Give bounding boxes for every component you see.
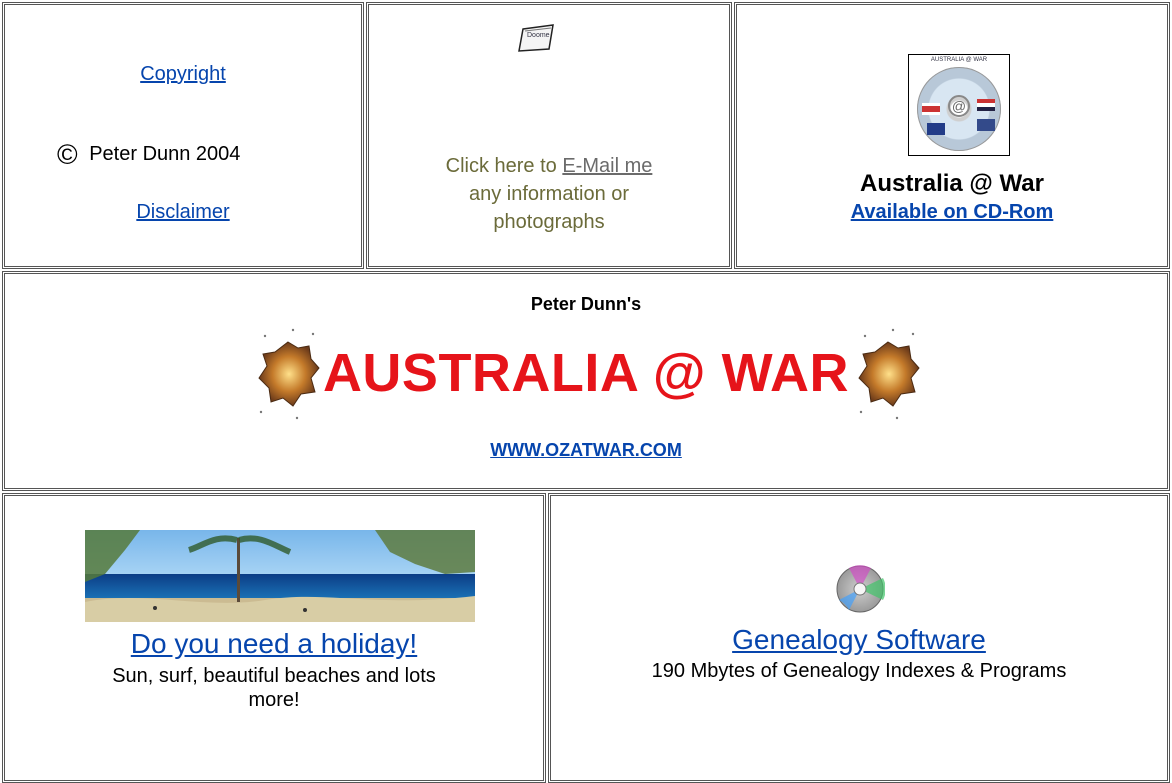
copyright-owner: Peter Dunn 2004 [89, 143, 241, 165]
site-url-link[interactable]: WWW.OZATWAR.COM [490, 440, 682, 460]
holiday-desc-line-1: Sun, surf, beautiful beaches and lots [112, 665, 436, 687]
cd-image-text: AUSTRALIA @ WAR [930, 57, 988, 63]
email-prefix-text: Click here to [445, 155, 563, 177]
cd-rom-image[interactable]: AUSTRALIA @ WAR @ [908, 54, 1010, 156]
copyright-cell: Copyright © Peter Dunn 2004 Disclaimer [2, 2, 364, 269]
copyright-symbol-icon: © [57, 139, 78, 170]
cd-icon[interactable] [835, 564, 886, 614]
flag-icon [977, 119, 995, 131]
banner-author: Peter Dunn's [530, 294, 642, 314]
flag-icon [927, 123, 945, 135]
email-cell: Doome Click here to E-Mail me any inform… [366, 2, 732, 269]
at-symbol-icon: @ [948, 95, 970, 117]
copyright-link[interactable]: Copyright [140, 63, 226, 85]
holiday-link[interactable]: Do you need a holiday! [131, 628, 417, 659]
svg-text:Doome: Doome [527, 32, 550, 39]
flag-icon [977, 99, 995, 111]
genealogy-desc: 190 Mbytes of Genealogy Indexes & Progra… [651, 660, 1067, 682]
beach-photo[interactable] [85, 530, 475, 622]
envelope-icon[interactable]: Doome [517, 23, 555, 53]
banner-cell: Peter Dunn's AUSTRALIA @ WAR WWW.OZATWAR… [2, 271, 1170, 491]
explosion-icon [853, 324, 923, 424]
email-me-link[interactable]: E-Mail me [562, 155, 652, 177]
cd-cell: AUSTRALIA @ WAR @ Australia @ War Availa… [734, 2, 1170, 269]
banner-title: AUSTRALIA @ WAR [322, 343, 850, 403]
holiday-cell: Do you need a holiday! Sun, surf, beauti… [2, 493, 546, 783]
email-line-2: any information or [468, 183, 630, 205]
disclaimer-link[interactable]: Disclaimer [136, 201, 229, 223]
flag-icon [922, 103, 940, 115]
cd-disc-icon: @ [917, 67, 1001, 151]
email-line-3: photographs [493, 211, 605, 233]
email-line-1: Click here to E-Mail me [369, 152, 729, 180]
cd-rom-link[interactable]: Available on CD-Rom [851, 201, 1054, 223]
genealogy-cell: Genealogy Software 190 Mbytes of Genealo… [548, 493, 1170, 783]
genealogy-link[interactable]: Genealogy Software [732, 624, 986, 655]
cd-title: Australia @ War [860, 170, 1044, 197]
holiday-desc-line-2: more! [248, 689, 300, 711]
